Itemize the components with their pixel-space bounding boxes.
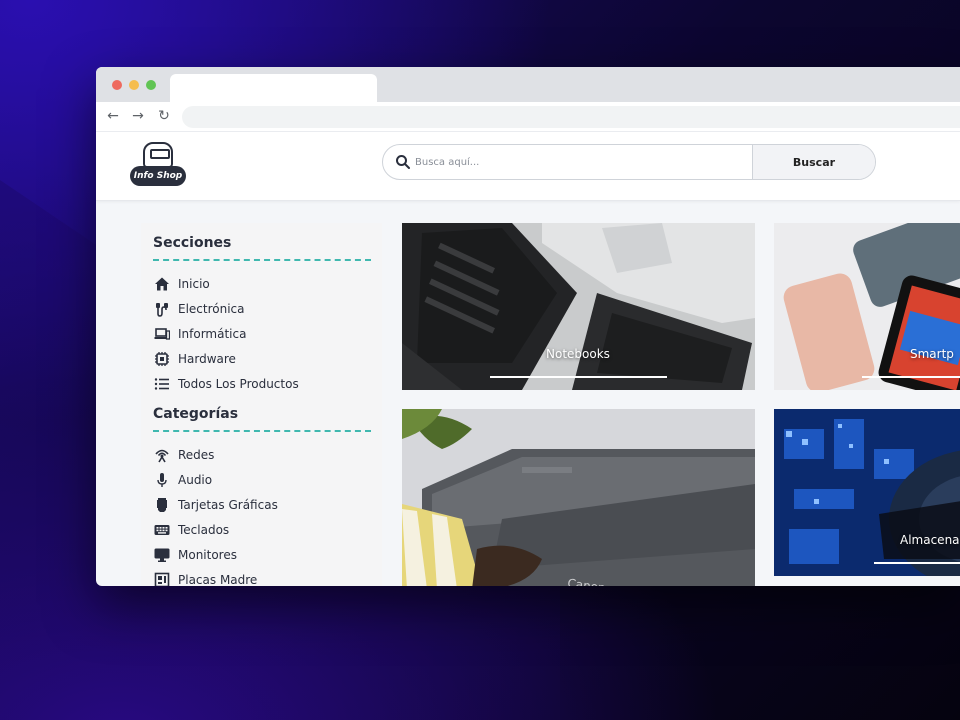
back-arrow-icon[interactable]: ← xyxy=(104,107,122,125)
categories-title: Categorías xyxy=(153,406,371,432)
sidebar-item-label: Informática xyxy=(178,326,247,341)
storage-image xyxy=(774,409,960,576)
sidebar-item-inicio[interactable]: Inicio xyxy=(153,271,370,296)
sidebar-item-hardware[interactable]: Hardware xyxy=(153,346,370,371)
printer-image: Canon xyxy=(402,409,755,586)
sidebar-item-label: Electrónica xyxy=(178,301,245,316)
category-card-notebooks[interactable]: Notebooks xyxy=(402,223,755,390)
browser-window: ← → ↻ Info Shop Buscar Secciones Inicio xyxy=(96,67,960,586)
card-underline xyxy=(862,376,960,378)
store-icon xyxy=(143,142,173,168)
sidebar: Secciones Inicio Electrónica Informática xyxy=(141,223,382,586)
category-card-smartphones[interactable]: Smartp xyxy=(774,223,960,390)
sidebar-item-electronica[interactable]: Electrónica xyxy=(153,296,370,321)
close-window-button[interactable] xyxy=(112,80,122,90)
category-card-storage[interactable]: Almacena xyxy=(774,409,960,576)
site-header: Info Shop Buscar xyxy=(96,132,960,201)
sidebar-item-label: Hardware xyxy=(178,351,236,366)
sidebar-item-placas-madre[interactable]: Placas Madre xyxy=(153,567,370,586)
browser-toolbar: ← → ↻ xyxy=(96,102,960,132)
main-content: Secciones Inicio Electrónica Informática xyxy=(96,201,960,586)
browser-tab[interactable] xyxy=(170,74,377,102)
reload-icon[interactable]: ↻ xyxy=(155,107,173,125)
address-bar[interactable] xyxy=(182,106,960,128)
card-title-storage: Almacena xyxy=(900,533,960,547)
sidebar-item-monitores[interactable]: Monitores xyxy=(153,542,370,567)
monitor-icon xyxy=(153,546,170,563)
motherboard-icon xyxy=(153,571,170,586)
sidebar-item-teclados[interactable]: Teclados xyxy=(153,517,370,542)
laptop-icon xyxy=(153,325,170,342)
search-bar: Buscar xyxy=(382,144,876,180)
maximize-window-button[interactable] xyxy=(146,80,156,90)
gpu-icon xyxy=(153,496,170,513)
sidebar-item-label: Monitores xyxy=(178,547,237,562)
sidebar-item-label: Tarjetas Gráficas xyxy=(178,497,278,512)
sidebar-item-redes[interactable]: Redes xyxy=(153,442,370,467)
sidebar-item-label: Audio xyxy=(178,472,213,487)
logo-text: Info Shop xyxy=(130,166,186,186)
sidebar-item-informatica[interactable]: Informática xyxy=(153,321,370,346)
sidebar-item-todos-los-productos[interactable]: Todos Los Productos xyxy=(153,371,370,396)
keyboard-icon xyxy=(153,521,170,538)
microphone-icon xyxy=(153,471,170,488)
sidebar-item-label: Placas Madre xyxy=(178,572,258,587)
sidebar-item-label: Teclados xyxy=(178,522,230,537)
sidebar-item-audio[interactable]: Audio xyxy=(153,467,370,492)
sections-title: Secciones xyxy=(153,235,371,261)
tab-bar xyxy=(96,67,960,102)
chip-icon xyxy=(153,350,170,367)
search-icon xyxy=(396,155,410,169)
search-input[interactable] xyxy=(415,145,751,179)
logo[interactable]: Info Shop xyxy=(130,142,186,186)
forward-arrow-icon[interactable]: → xyxy=(129,107,147,125)
electronics-icon xyxy=(153,300,170,317)
search-button[interactable]: Buscar xyxy=(752,145,875,179)
home-icon xyxy=(153,275,170,292)
sidebar-item-label: Todos Los Productos xyxy=(178,376,299,391)
card-title-notebooks: Notebooks xyxy=(546,347,610,361)
antenna-icon xyxy=(153,446,170,463)
notebooks-image xyxy=(402,223,755,390)
sidebar-item-label: Inicio xyxy=(178,276,210,291)
card-underline xyxy=(490,376,667,378)
list-icon xyxy=(153,375,170,392)
sidebar-item-label: Redes xyxy=(178,447,215,462)
category-card-printer[interactable]: Canon xyxy=(402,409,755,586)
card-title-smartphones: Smartp xyxy=(910,347,954,361)
sidebar-item-tarjetas-graficas[interactable]: Tarjetas Gráficas xyxy=(153,492,370,517)
smartphones-image xyxy=(774,223,960,390)
card-underline xyxy=(874,562,960,564)
minimize-window-button[interactable] xyxy=(129,80,139,90)
